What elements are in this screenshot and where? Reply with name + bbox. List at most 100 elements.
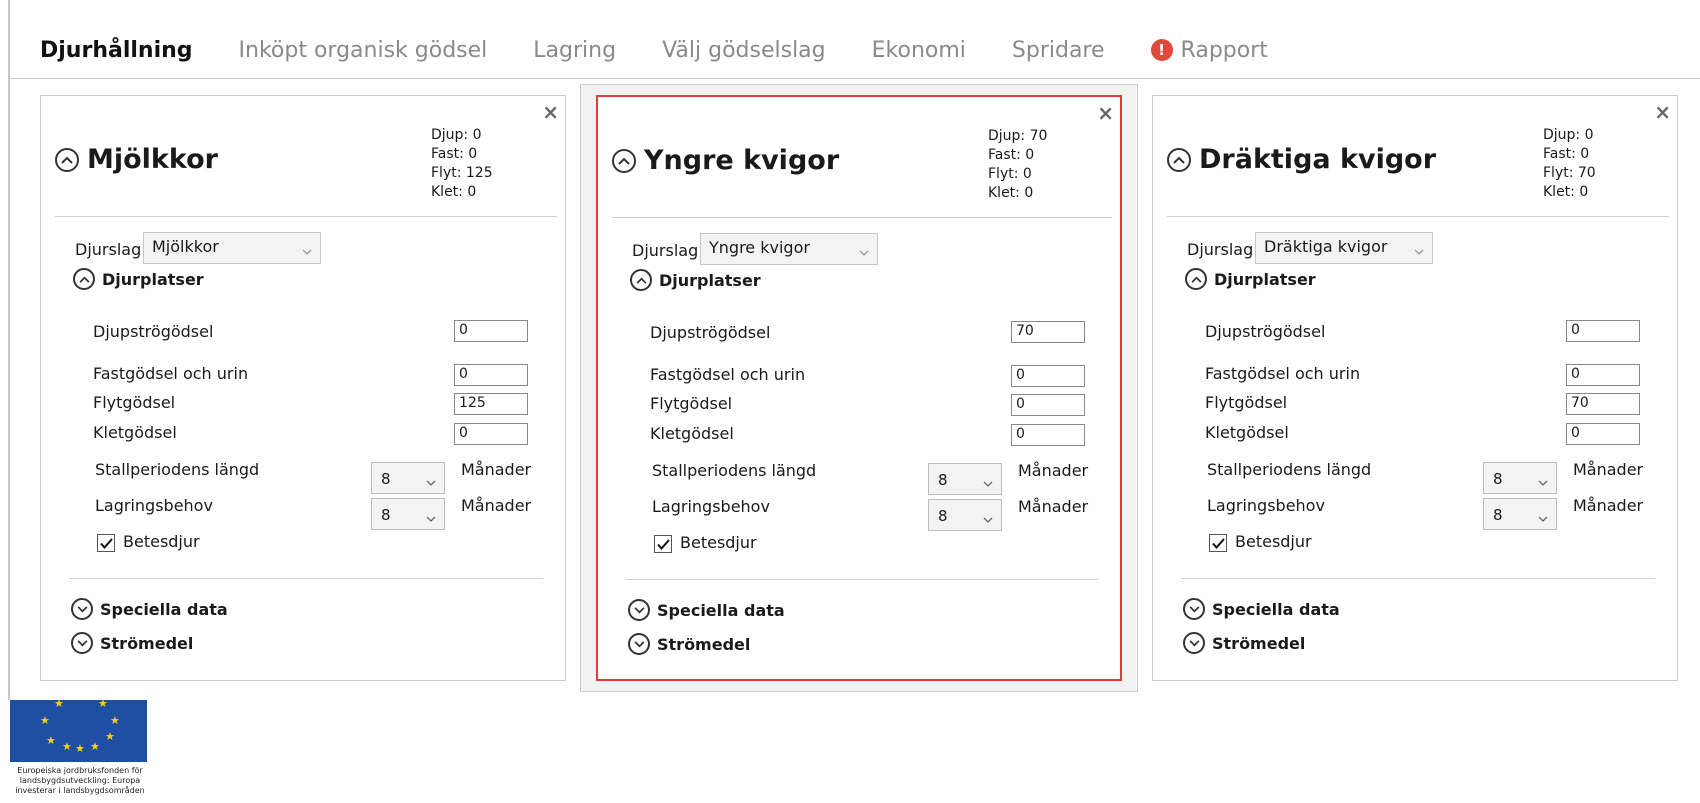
svg-text:★: ★ [54, 700, 64, 710]
lagringsbehov-unit: Månader [461, 496, 532, 515]
card-header[interactable]: Yngre kvigor [612, 145, 839, 176]
tab-inkopt-organisk-godsel[interactable]: Inköpt organisk gödsel [239, 38, 488, 63]
stallperiod-select[interactable]: 8 [1483, 462, 1557, 494]
kletgodsel-input[interactable]: 0 [1566, 423, 1640, 445]
tab-valj-godselslag[interactable]: Välj gödselslag [662, 38, 826, 63]
djupstrogodsel-input[interactable]: 70 [1011, 321, 1085, 343]
betesdjur-label: Betesdjur [123, 532, 200, 551]
stat-flyt: Flyt: 125 [431, 165, 493, 181]
kletgodsel-input[interactable]: 0 [1011, 424, 1085, 446]
eu-stars-icon: ★ ★ ★ ★ ★ ★ ★ ★ ★ [40, 697, 120, 755]
lagringsbehov-label: Lagringsbehov [1207, 496, 1325, 515]
stromedel-toggle[interactable]: Strömedel [628, 633, 750, 655]
checkmark-icon [656, 538, 670, 550]
betesdjur-checkbox[interactable] [1209, 534, 1227, 552]
left-border [8, 0, 10, 700]
kletgodsel-label: Kletgödsel [93, 423, 177, 442]
stat-flyt: Flyt: 70 [1543, 165, 1596, 181]
djurslag-value: Yngre kvigor [709, 238, 810, 257]
djupstrogodsel-label: Djupströgödsel [650, 323, 771, 342]
stat-klet: Klet: 0 [431, 184, 477, 200]
divider [1167, 216, 1669, 217]
fastgodsel-label: Fastgödsel och urin [650, 365, 806, 384]
djurplatser-toggle[interactable]: Djurplatser [1185, 268, 1316, 290]
card-stats: Djup: 0 Fast: 0 Flyt: 125 Klet: 0 [431, 126, 493, 202]
djurplatser-toggle[interactable]: Djurplatser [630, 269, 761, 291]
speciella-data-toggle[interactable]: Speciella data [628, 599, 785, 621]
fastgodsel-label: Fastgödsel och urin [1205, 364, 1361, 383]
tab-rapport[interactable]: ! Rapport [1150, 38, 1268, 63]
close-icon[interactable]: × [1097, 103, 1114, 123]
divider [626, 579, 1098, 580]
fastgodsel-input[interactable]: 0 [1011, 365, 1085, 387]
djupstrogodsel-label: Djupströgödsel [1205, 322, 1326, 341]
tab-lagring[interactable]: Lagring [533, 38, 616, 63]
kletgodsel-label: Kletgödsel [1205, 423, 1289, 442]
speciella-data-toggle[interactable]: Speciella data [1183, 598, 1340, 620]
close-icon[interactable]: × [1654, 102, 1671, 122]
collapse-up-icon[interactable] [612, 148, 636, 173]
stallperiod-label: Stallperiodens längd [1207, 460, 1372, 479]
expand-down-icon [628, 633, 650, 655]
collapse-up-icon[interactable] [55, 147, 79, 172]
lagringsbehov-select[interactable]: 8 [371, 498, 445, 530]
svg-text:★: ★ [90, 740, 100, 753]
animal-card-1[interactable]: × Mjölkkor Djup: 0 Fast: 0 Flyt: 125 Kle… [40, 95, 566, 681]
stromedel-toggle[interactable]: Strömedel [71, 632, 193, 654]
tab-djurhallning[interactable]: Djurhållning [40, 38, 193, 63]
djurslag-select[interactable]: Yngre kvigor [700, 233, 878, 265]
djupstrogodsel-input[interactable]: 0 [454, 320, 528, 342]
stat-djup: Djup: 0 [431, 127, 482, 143]
betesdjur-checkbox[interactable] [97, 534, 115, 552]
stat-flyt: Flyt: 0 [988, 166, 1032, 182]
stromedel-toggle[interactable]: Strömedel [1183, 632, 1305, 654]
tab-ekonomi[interactable]: Ekonomi [872, 38, 966, 63]
stat-fast: Fast: 0 [431, 146, 478, 162]
flytgodsel-input[interactable]: 0 [1011, 394, 1085, 416]
kletgodsel-input[interactable]: 0 [454, 423, 528, 445]
fastgodsel-input[interactable]: 0 [1566, 364, 1640, 386]
speciella-data-toggle[interactable]: Speciella data [71, 598, 228, 620]
lagringsbehov-label: Lagringsbehov [652, 497, 770, 516]
stallperiod-unit: Månader [461, 460, 532, 479]
djurslag-value: Mjölkkor [152, 237, 219, 256]
svg-text:★: ★ [62, 740, 72, 753]
stat-djup: Djup: 0 [1543, 127, 1594, 143]
tab-spridare[interactable]: Spridare [1012, 38, 1105, 63]
expand-down-icon [628, 599, 650, 621]
djurslag-label: Djurslag [75, 240, 142, 259]
chevron-down-icon [1414, 240, 1424, 259]
chevron-down-icon [302, 240, 312, 259]
close-icon[interactable]: × [542, 102, 559, 122]
flytgodsel-input[interactable]: 125 [454, 393, 528, 415]
card-title: Dräktiga kvigor [1199, 144, 1437, 175]
djurslag-select[interactable]: Dräktiga kvigor [1255, 232, 1433, 264]
card-header[interactable]: Dräktiga kvigor [1167, 144, 1436, 175]
checkmark-icon [99, 537, 113, 549]
svg-text:★: ★ [110, 714, 120, 727]
animal-card-3[interactable]: × Dräktiga kvigor Djup: 0 Fast: 0 Flyt: … [1152, 95, 1678, 681]
djupstrogodsel-input[interactable]: 0 [1566, 320, 1640, 342]
alert-icon: ! [1150, 39, 1173, 61]
stallperiod-unit: Månader [1573, 460, 1644, 479]
svg-text:★: ★ [105, 730, 115, 743]
animal-card-2[interactable]: × Yngre kvigor Djup: 70 Fast: 0 Flyt: 0 … [596, 95, 1122, 681]
stallperiod-select[interactable]: 8 [928, 463, 1002, 495]
tab-bar: Djurhållning Inköpt organisk gödsel Lagr… [40, 30, 1314, 70]
svg-text:★: ★ [46, 734, 56, 747]
betesdjur-checkbox[interactable] [654, 535, 672, 553]
stallperiod-select[interactable]: 8 [371, 462, 445, 494]
flytgodsel-label: Flytgödsel [650, 394, 733, 413]
djurslag-select[interactable]: Mjölkkor [143, 232, 321, 264]
svg-text:★: ★ [75, 742, 85, 755]
collapse-up-icon[interactable] [1167, 147, 1191, 172]
djurplatser-toggle[interactable]: Djurplatser [73, 268, 204, 290]
flytgodsel-input[interactable]: 70 [1566, 393, 1640, 415]
fastgodsel-input[interactable]: 0 [454, 364, 528, 386]
djurslag-value: Dräktiga kvigor [1264, 237, 1388, 256]
stat-klet: Klet: 0 [1543, 184, 1589, 200]
card-title: Mjölkkor [87, 144, 218, 175]
lagringsbehov-select[interactable]: 8 [1483, 498, 1557, 530]
card-header[interactable]: Mjölkkor [55, 144, 218, 175]
lagringsbehov-select[interactable]: 8 [928, 499, 1002, 531]
